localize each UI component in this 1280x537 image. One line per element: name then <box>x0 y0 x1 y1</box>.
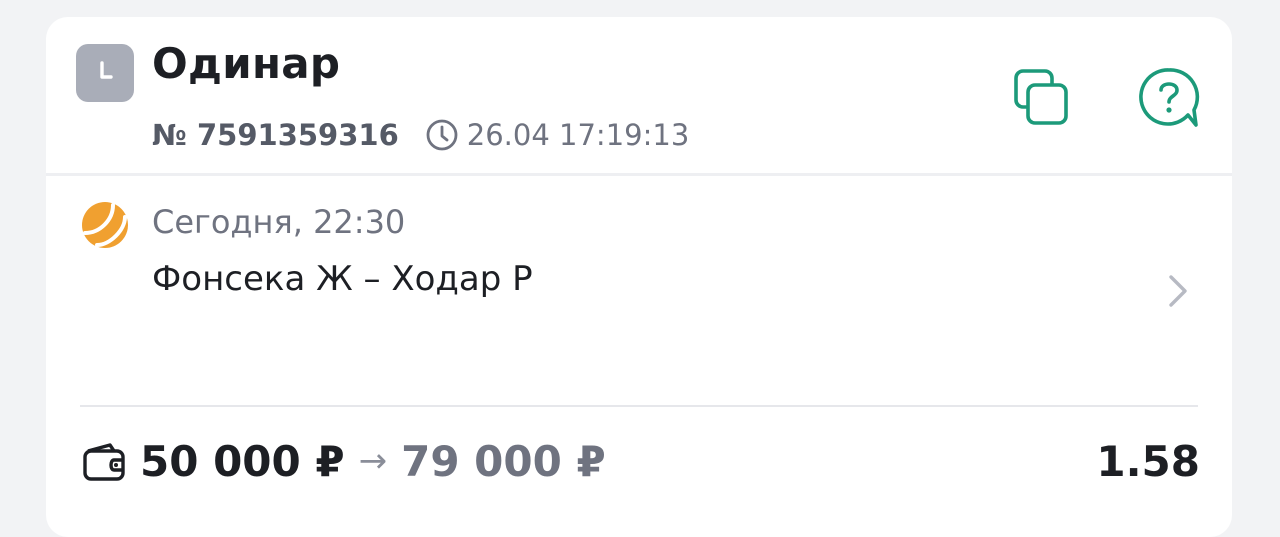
bet-odds: 1.58 <box>1096 436 1200 486</box>
header-divider <box>46 173 1232 176</box>
bet-meta: № 7591359316 26.04 17:19:13 <box>152 115 689 155</box>
event-teams: Фонсека Ж – Ходар Р <box>152 259 533 299</box>
arrow-right-icon: → <box>358 441 388 481</box>
stake-amount: 50 000 ₽ <box>140 436 345 486</box>
bet-type-title: Одинар <box>152 39 341 88</box>
bet-type-badge <box>76 44 134 102</box>
clock-icon <box>100 61 113 79</box>
help-icon <box>1139 68 1200 127</box>
event-time: Сегодня, 22:30 <box>152 203 406 241</box>
bet-summary: 50 000 ₽ → 79 000 ₽ 1.58 <box>80 431 1200 491</box>
event-row[interactable]: Сегодня, 22:30 Фонсека Ж – Ходар Р <box>46 177 1232 347</box>
bet-card: Одинар № 7591359316 26.04 17:19:13 Сегод… <box>46 17 1232 537</box>
copy-icon <box>1014 69 1068 125</box>
clock-icon <box>425 118 459 152</box>
chevron-right-icon <box>1162 273 1192 309</box>
bet-datetime: 26.04 17:19:13 <box>466 118 690 152</box>
bet-divider <box>80 405 1198 407</box>
copy-button[interactable] <box>1008 65 1074 131</box>
payout-amount: 79 000 ₽ <box>401 436 606 486</box>
wallet-icon <box>83 443 125 481</box>
bet-number: № 7591359316 <box>152 118 399 152</box>
help-button[interactable] <box>1136 65 1202 131</box>
tennis-ball-icon <box>80 200 130 250</box>
